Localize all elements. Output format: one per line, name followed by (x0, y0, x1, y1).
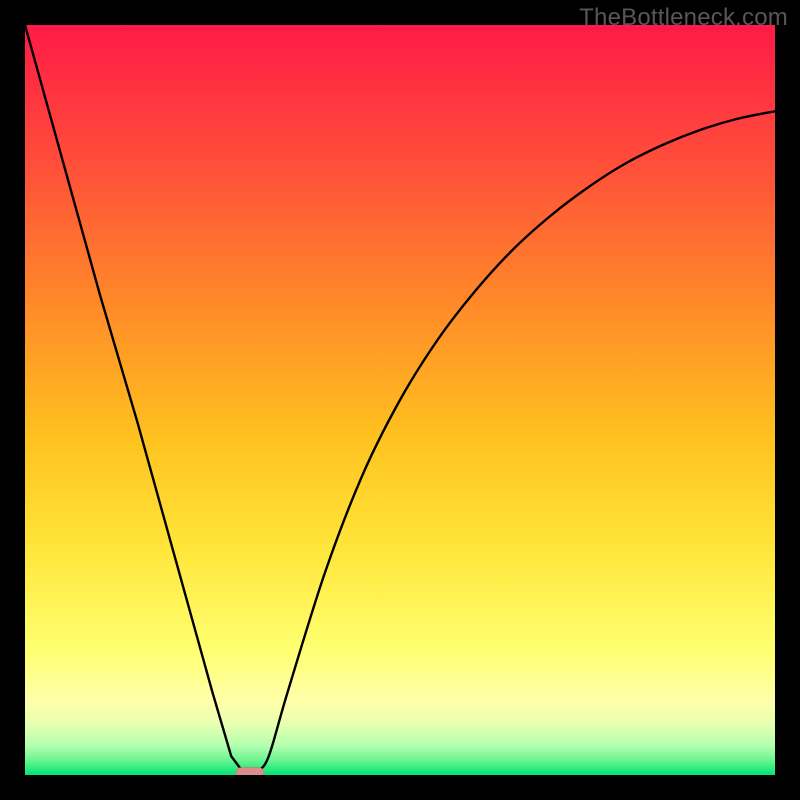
chart-svg (25, 25, 775, 775)
chart-frame: TheBottleneck.com (0, 0, 800, 800)
plot-area (25, 25, 775, 775)
cusp-marker (236, 768, 264, 776)
